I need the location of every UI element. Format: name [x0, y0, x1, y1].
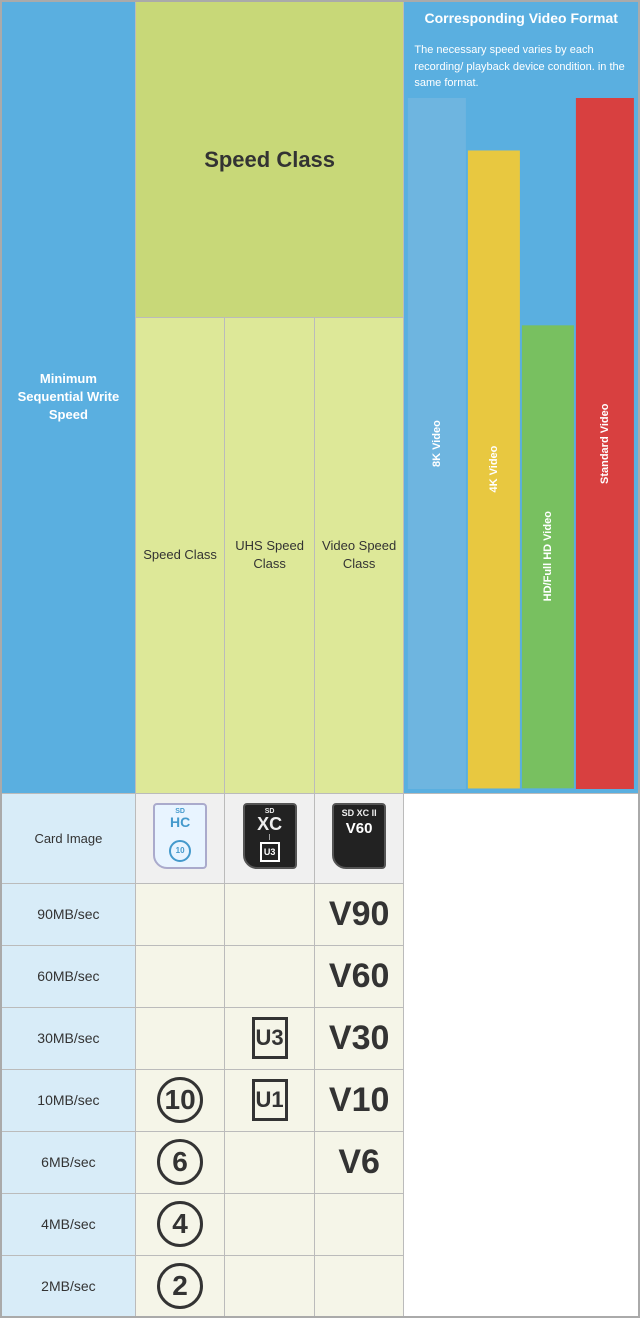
video-class-30: V30 — [314, 1007, 404, 1069]
speed-class-header: Speed Class — [135, 1, 404, 318]
video-class-4 — [314, 1193, 404, 1255]
speed-class-10: 10 — [135, 1069, 225, 1131]
speed-4: 4MB/sec — [1, 1193, 135, 1255]
table-row: 4MB/sec 4 — [1, 1193, 639, 1255]
video-class-10: V10 — [314, 1069, 404, 1131]
card-sdxc2: SD XC II V60 — [332, 803, 386, 869]
speed-class-90 — [135, 883, 225, 945]
uhs-class-90 — [225, 883, 315, 945]
video-class-6: V6 — [314, 1131, 404, 1193]
hd-video-bar: HD/Full HD Video — [522, 325, 574, 788]
speed-class-30 — [135, 1007, 225, 1069]
card-sdhc: SD HC 10 — [153, 803, 207, 869]
table-row: 6MB/sec 6 V6 — [1, 1131, 639, 1193]
video-class-2 — [314, 1255, 404, 1317]
speed-90: 90MB/sec — [1, 883, 135, 945]
video-bars: 8K Video 4K Video — [404, 98, 638, 793]
corresponding-detail: The necessary speed varies by each recor… — [404, 36, 638, 98]
hd-video-container: HD/Full HD Video — [522, 98, 574, 789]
speed-10: 10MB/sec — [1, 1069, 135, 1131]
card-sdxc1-cell: SD XC I U3 — [225, 793, 315, 883]
table-row: 90MB/sec V90 — [1, 883, 639, 945]
uhs-class-4 — [225, 1193, 315, 1255]
8k-video-bar: 8K Video — [408, 98, 466, 789]
speed-2: 2MB/sec — [1, 1255, 135, 1317]
table-row: 60MB/sec V60 — [1, 945, 639, 1007]
speed-30: 30MB/sec — [1, 1007, 135, 1069]
video-format-area: Corresponding Video Format The necessary… — [404, 1, 639, 793]
card-image-label: Card Image — [1, 793, 135, 883]
speed-6: 6MB/sec — [1, 1131, 135, 1193]
video-class-60: V60 — [314, 945, 404, 1007]
speed-class-col-header: Speed Class — [135, 318, 225, 793]
uhs-class-2 — [225, 1255, 315, 1317]
uhs-class-30: U3 — [225, 1007, 315, 1069]
speed-class-60 — [135, 945, 225, 1007]
uhs-class-10: U1 — [225, 1069, 315, 1131]
speed-class-2: 2 — [135, 1255, 225, 1317]
table-row: 2MB/sec 2 — [1, 1255, 639, 1317]
standard-video-bar: Standard Video — [576, 98, 634, 789]
4k-video-bar: 4K Video — [468, 150, 520, 788]
video-speed-col-header: Video Speed Class — [314, 318, 404, 793]
card-sdhc-cell: SD HC 10 — [135, 793, 225, 883]
table-row: 30MB/sec U3 V30 — [1, 1007, 639, 1069]
speed-60: 60MB/sec — [1, 945, 135, 1007]
uhs-speed-col-header: UHS Speed Class — [225, 318, 315, 793]
speed-class-6: 6 — [135, 1131, 225, 1193]
speed-class-4: 4 — [135, 1193, 225, 1255]
video-class-90: V90 — [314, 883, 404, 945]
speed-class-table: Minimum Sequential Write Speed Speed Cla… — [0, 0, 640, 1318]
min-write-header: Minimum Sequential Write Speed — [1, 1, 135, 793]
4k-video-container: 4K Video — [468, 98, 520, 789]
corresponding-video-header: Corresponding Video Format — [404, 2, 638, 36]
card-sdxc2-cell: SD XC II V60 — [314, 793, 404, 883]
uhs-class-60 — [225, 945, 315, 1007]
card-sdxc1: SD XC I U3 — [243, 803, 297, 869]
uhs-class-6 — [225, 1131, 315, 1193]
table-row: 10MB/sec 10 U1 V10 — [1, 1069, 639, 1131]
